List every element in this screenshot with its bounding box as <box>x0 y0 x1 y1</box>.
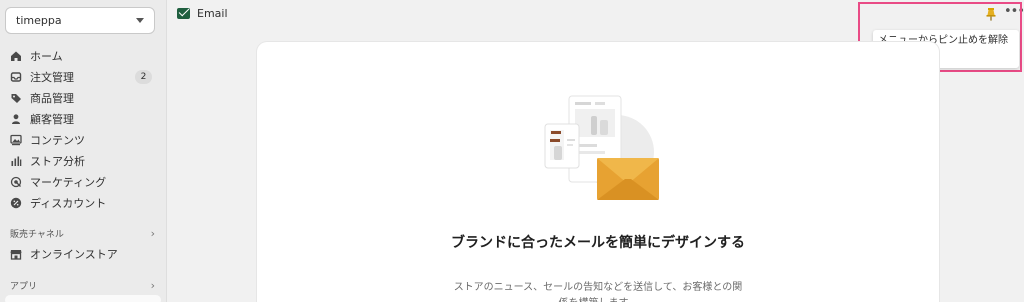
app-title: Email <box>197 7 228 20</box>
nav-item-orders[interactable]: 注文管理 2 <box>0 66 166 87</box>
order-count-badge: 2 <box>135 69 152 84</box>
main-nav: ホーム 注文管理 2 商品管理 顧客管理 コンテンツ ストア分析 マーケティング… <box>0 45 166 213</box>
active-app-item[interactable] <box>5 295 161 302</box>
bar-chart-icon <box>10 155 22 167</box>
email-app-icon <box>177 8 190 19</box>
email-illustration <box>544 95 659 200</box>
nav-item-label: 注文管理 <box>30 70 74 84</box>
nav-item-label: 商品管理 <box>30 91 74 105</box>
home-icon <box>10 50 22 62</box>
sales-channels-heading[interactable]: 販売チャネル › <box>10 227 155 240</box>
store-name: timeppa <box>16 14 62 27</box>
image-icon <box>10 134 22 146</box>
tag-icon <box>10 92 22 104</box>
email-empty-state-card: ブランドに合ったメールを簡単にデザインする ストアのニュース、セールの告知などを… <box>257 42 939 302</box>
nav-item-label: ホーム <box>30 49 63 63</box>
chevron-down-icon <box>136 18 144 23</box>
store-selector[interactable]: timeppa <box>5 7 155 34</box>
nav-item-customers[interactable]: 顧客管理 <box>0 108 166 129</box>
sidebar: timeppa ホーム 注文管理 2 商品管理 顧客管理 コンテンツ ストア分析… <box>0 0 167 302</box>
inbox-icon <box>10 71 22 83</box>
sales-channels-label: 販売チャネル <box>10 230 64 240</box>
target-icon <box>10 176 22 188</box>
nav-item-label: 顧客管理 <box>30 112 74 126</box>
apps-heading[interactable]: アプリ › <box>10 279 155 292</box>
nav-item-label: オンラインストア <box>30 247 118 261</box>
nav-item-label: コンテンツ <box>30 133 85 147</box>
apps-label: アプリ <box>10 282 38 292</box>
store-icon <box>10 248 22 260</box>
empty-state-description: ストアのニュース、セールの告知などを送信して、お客様との関係を構築します。 <box>453 282 743 302</box>
discount-icon <box>10 197 22 209</box>
nav-item-marketing[interactable]: マーケティング <box>0 171 166 192</box>
nav-item-products[interactable]: 商品管理 <box>0 87 166 108</box>
nav-item-label: ストア分析 <box>30 154 85 168</box>
nav-item-home[interactable]: ホーム <box>0 45 166 66</box>
chevron-right-icon: › <box>150 279 155 292</box>
nav-item-discounts[interactable]: ディスカウント <box>0 192 166 213</box>
nav-item-label: ディスカウント <box>30 196 107 210</box>
empty-state-title: ブランドに合ったメールを簡単にデザインする <box>451 235 745 251</box>
nav-item-content[interactable]: コンテンツ <box>0 129 166 150</box>
nav-item-label: マーケティング <box>30 175 107 189</box>
nav-item-analytics[interactable]: ストア分析 <box>0 150 166 171</box>
chevron-right-icon: › <box>150 227 155 240</box>
nav-item-online-store[interactable]: オンラインストア <box>0 243 166 264</box>
person-icon <box>10 113 22 125</box>
